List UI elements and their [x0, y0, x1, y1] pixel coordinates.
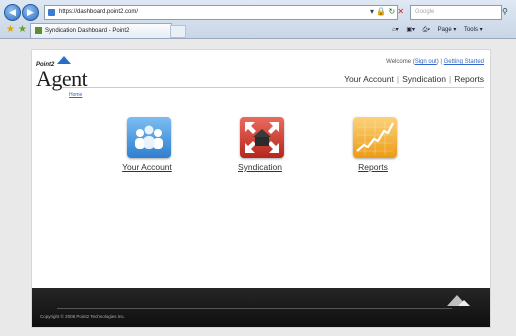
footer-divider [57, 308, 452, 309]
logo-text: Agent [36, 66, 88, 91]
tile-syndication[interactable]: Syndication [210, 117, 310, 187]
page-footer: Copyright © 2008 Point2 Technologies Inc… [32, 288, 490, 327]
browser-toolbar: ◀ ▶ https://dashboard.point2.com/ ▾ 🔒 ↻ … [0, 0, 516, 39]
search-field[interactable]: Google [410, 5, 502, 20]
dropdown-icon[interactable]: ▾ [370, 7, 374, 16]
search-placeholder: Google [415, 9, 435, 15]
lock-icon: 🔒 [376, 7, 387, 16]
nav-separator: | [396, 74, 400, 84]
refresh-icon[interactable]: ↻ [388, 7, 395, 16]
tab-title: Syndication Dashboard - Point2 [45, 28, 130, 34]
add-favorites-icon[interactable]: ★ [18, 24, 27, 36]
syndication-arrows-icon[interactable] [240, 117, 284, 158]
new-tab-button[interactable] [170, 25, 186, 38]
nav-syndication[interactable]: Syndication [402, 74, 446, 84]
tile-your-account[interactable]: Your Account [97, 117, 197, 187]
welcome-prefix: Welcome ( [386, 59, 415, 65]
address-bar[interactable]: https://dashboard.point2.com/ [44, 5, 398, 20]
tile-label-syndication[interactable]: Syndication [210, 162, 310, 172]
nav-reports[interactable]: Reports [454, 74, 484, 84]
welcome-bar: Welcome (Sign out) | Getting Started [386, 59, 484, 65]
getting-started-link[interactable]: Getting Started [444, 59, 484, 65]
tools-menu[interactable]: Tools ▾ [464, 27, 483, 33]
agent-logo[interactable]: Point2 Agent Home [36, 56, 106, 98]
address-text: https://dashboard.point2.com/ [59, 9, 139, 15]
header-divider [62, 87, 484, 88]
tile-label-your-account[interactable]: Your Account [97, 162, 197, 172]
copyright-text: Copyright © 2008 Point2 Technologies Inc… [40, 314, 126, 319]
logo-roof-icon [57, 56, 71, 64]
welcome-suffix: ) | [436, 59, 442, 65]
address-tools: ▾ 🔒 ↻ ✕ [370, 5, 404, 18]
browser-tab[interactable]: Syndication Dashboard - Point2 [30, 23, 172, 38]
sign-out-link[interactable]: Sign out [415, 59, 437, 65]
users-icon[interactable] [127, 117, 171, 158]
tile-label-reports[interactable]: Reports [323, 162, 423, 172]
chart-growth-icon[interactable] [353, 117, 397, 158]
page-container: Point2 Agent Home Welcome (Sign out) | G… [31, 49, 491, 328]
command-bar: ⌂▾ ▣▾ ⎙▾ Page ▾ Tools ▾ [392, 23, 489, 37]
page-viewport: Point2 Agent Home Welcome (Sign out) | G… [0, 39, 516, 336]
tab-favicon-icon [35, 27, 42, 34]
nav-your-account[interactable]: Your Account [344, 74, 394, 84]
print-icon[interactable]: ⎙▾ [423, 27, 430, 33]
tile-reports[interactable]: Reports [323, 117, 423, 187]
stop-icon[interactable]: ✕ [397, 7, 404, 16]
search-icon[interactable]: ⚲ [502, 5, 514, 18]
back-button[interactable]: ◀ [4, 4, 21, 21]
site-favicon-icon [48, 9, 55, 16]
home-link[interactable]: Home [69, 92, 82, 98]
nav-separator: | [449, 74, 452, 84]
favorites-star-icon[interactable]: ★ [6, 24, 15, 36]
footer-logo-accent [458, 300, 470, 306]
page-menu[interactable]: Page ▾ [438, 27, 457, 33]
feeds-icon[interactable]: ▣▾ [406, 27, 415, 33]
home-icon[interactable]: ⌂▾ [392, 27, 399, 33]
top-navigation: Your Account | Syndication | Reports [344, 74, 484, 84]
forward-button[interactable]: ▶ [22, 4, 39, 21]
